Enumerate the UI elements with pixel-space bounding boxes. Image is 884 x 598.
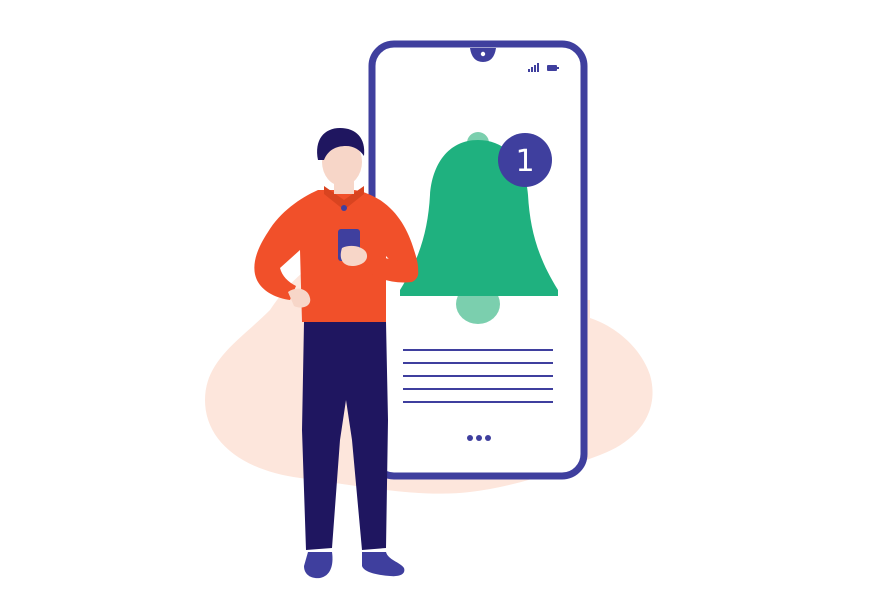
- more-dots-icon: [467, 435, 491, 441]
- right-shoe: [362, 552, 405, 577]
- left-shoe: [304, 552, 333, 579]
- notification-illustration: 1: [205, 40, 653, 579]
- notification-count: 1: [515, 144, 534, 179]
- notification-badge: 1: [498, 133, 552, 187]
- illustration-stage: 1: [0, 0, 884, 598]
